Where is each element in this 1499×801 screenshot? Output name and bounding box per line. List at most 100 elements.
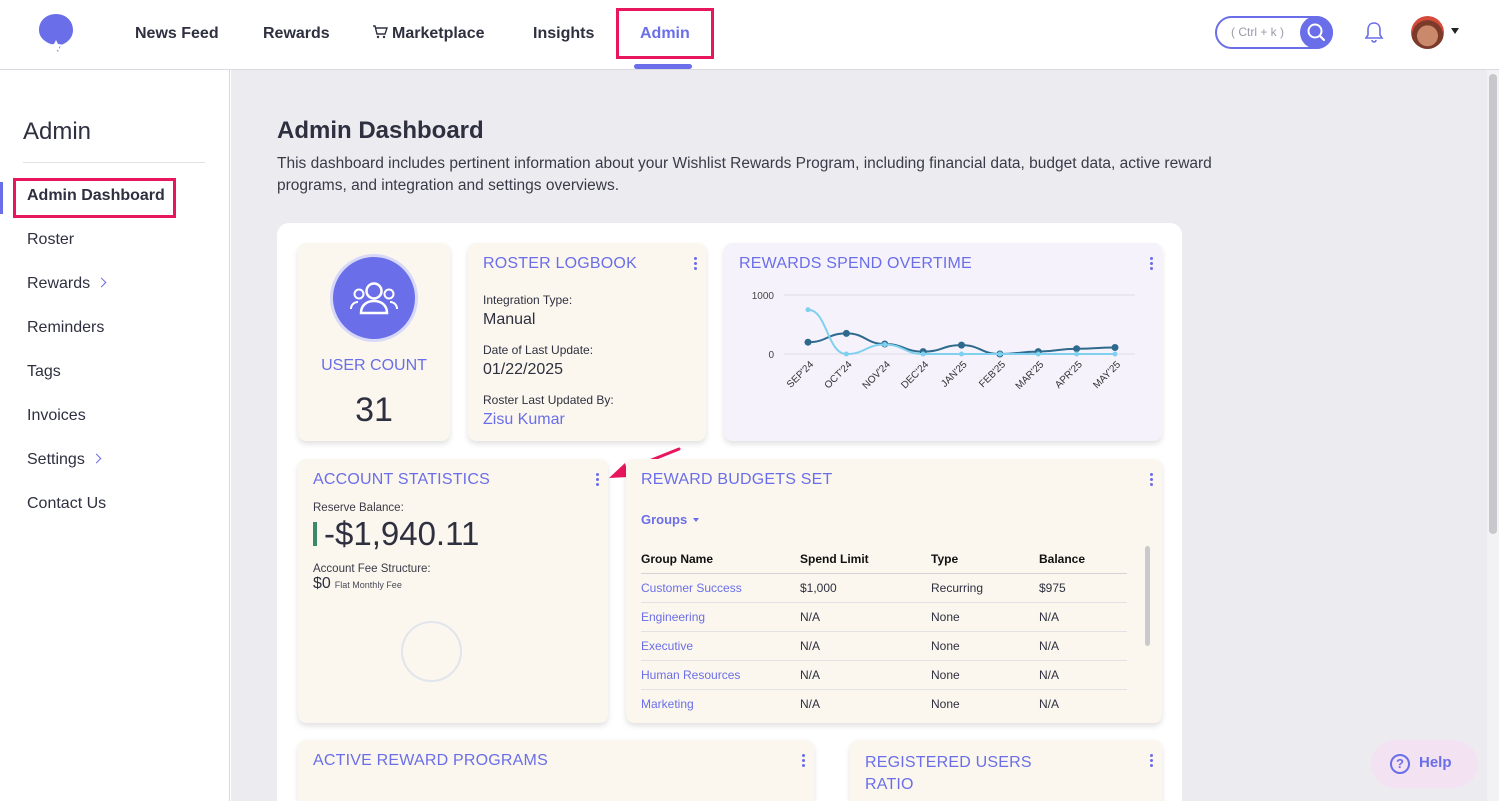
cart-icon: [373, 25, 388, 39]
balance-indicator-bar: [313, 522, 317, 546]
sidebar-item-tags[interactable]: Tags: [27, 363, 61, 381]
app-logo-icon[interactable]: [36, 12, 76, 54]
kebab-menu-icon[interactable]: [694, 257, 698, 271]
table-header-row: Group Name Spend Limit Type Balance: [641, 545, 1127, 574]
chart-data-point: [842, 329, 850, 337]
column-header: Group Name: [641, 545, 800, 574]
notifications-bell-icon[interactable]: [1363, 20, 1385, 44]
sidebar-divider: [23, 162, 205, 163]
spend-limit-cell: N/A: [800, 696, 821, 711]
help-button[interactable]: ? Help: [1371, 740, 1478, 788]
user-avatar[interactable]: [1411, 16, 1444, 49]
spend-limit-cell: N/A: [800, 602, 931, 632]
last-update-value: 01/22/2025: [483, 361, 564, 378]
last-update-label: Date of Last Update:: [483, 343, 594, 357]
chart-data-point: [1035, 351, 1041, 357]
chart-data-point: [958, 341, 965, 349]
roster-logbook-title: ROSTER LOGBOOK: [483, 255, 637, 272]
chart-data-point: [920, 351, 926, 357]
search-icon: [1307, 23, 1326, 42]
main-content: Admin Dashboard This dashboard includes …: [231, 70, 1487, 801]
column-header: Balance: [1039, 545, 1127, 574]
sidebar-title: Admin: [23, 118, 92, 145]
fee-note: Flat Monthly Fee: [334, 580, 402, 590]
chart-x-tick-label: SEP'24: [785, 359, 816, 390]
nav-rewards[interactable]: Rewards: [263, 22, 330, 46]
table-scrollbar[interactable]: [1145, 546, 1150, 646]
spend-limit-cell: N/A: [800, 631, 931, 661]
account-statistics-card: ACCOUNT STATISTICS Reserve Balance: -$1,…: [298, 459, 608, 723]
chart-y-tick-label: 1000: [752, 291, 775, 302]
nav-news-feed[interactable]: News Feed: [135, 22, 219, 46]
dashboard-panel: USER COUNT 31 ROSTER LOGBOOK Integration…: [277, 223, 1182, 801]
table-row: Human Resources N/A None N/A: [641, 660, 1127, 690]
updated-by-link[interactable]: Zisu Kumar: [483, 411, 565, 429]
kebab-menu-icon[interactable]: [596, 473, 600, 487]
spend-limit-cell: N/A: [800, 660, 931, 690]
nav-marketplace[interactable]: Marketplace: [372, 22, 485, 46]
chart-data-point: [804, 338, 812, 346]
group-name-link[interactable]: Human Resources: [641, 660, 800, 690]
kebab-menu-icon[interactable]: [1150, 754, 1154, 768]
sidebar-item-roster[interactable]: Roster: [27, 231, 74, 249]
kebab-menu-icon[interactable]: [802, 754, 806, 768]
chart-data-point: [882, 342, 888, 348]
kebab-menu-icon[interactable]: [1150, 473, 1154, 487]
reward-budgets-card: REWARD BUDGETS SET Groups Group Name Spe…: [626, 459, 1162, 723]
admin-sidebar: Admin Admin Dashboard Roster Rewards Rem…: [0, 70, 230, 801]
type-cell: None: [931, 602, 1039, 632]
chart-data-point: [843, 351, 849, 357]
account-menu-caret-icon[interactable]: [1451, 28, 1459, 34]
active-programs-title: ACTIVE REWARD PROGRAMS: [313, 752, 548, 769]
table-row: Marketing N/A None N/A: [641, 689, 1127, 718]
active-tab-indicator: [634, 64, 692, 69]
fee-amount: $0: [313, 575, 331, 592]
sidebar-item-contact-us[interactable]: Contact Us: [27, 495, 106, 513]
group-name-link[interactable]: Engineering: [641, 602, 800, 632]
sidebar-item-reminders[interactable]: Reminders: [27, 319, 104, 337]
group-name-link[interactable]: Customer Success: [641, 573, 800, 603]
chart-y-tick-label: 0: [768, 350, 774, 361]
users-group-icon: [330, 254, 418, 342]
user-count-label: USER COUNT: [321, 357, 427, 374]
column-header: Type: [931, 545, 1039, 574]
type-cell: None: [931, 631, 1039, 661]
integration-type-value: Manual: [483, 311, 536, 328]
type-cell: None: [931, 660, 1039, 690]
updated-by-label: Roster Last Updated By:: [483, 393, 614, 407]
question-circle-icon: ?: [1390, 754, 1410, 774]
help-label: Help: [1419, 754, 1452, 771]
balance-cell: N/A: [1039, 602, 1127, 632]
page-scrollbar-thumb[interactable]: [1489, 74, 1497, 534]
chart-data-point: [997, 351, 1003, 357]
chart-data-point: [959, 351, 964, 357]
reserve-balance-value: -$1,940.11: [313, 515, 479, 553]
sidebar-item-admin-dashboard[interactable]: Admin Dashboard: [27, 187, 165, 205]
nav-insights[interactable]: Insights: [533, 22, 594, 46]
group-name-link[interactable]: Marketing: [641, 689, 800, 718]
sidebar-item-settings-label: Settings: [27, 451, 85, 468]
loading-spinner-icon: [401, 621, 462, 682]
chart-data-point: [1073, 345, 1081, 353]
balance-cell: N/A: [1039, 696, 1060, 711]
sidebar-item-invoices[interactable]: Invoices: [27, 407, 86, 425]
page-title: Admin Dashboard: [277, 117, 484, 144]
sidebar-item-settings[interactable]: Settings: [27, 451, 102, 469]
integration-type-label: Integration Type:: [483, 293, 573, 307]
group-name-link[interactable]: Executive: [641, 631, 800, 661]
search-box[interactable]: ( Ctrl + k ): [1215, 16, 1333, 49]
budgets-table: Group Name Spend Limit Type Balance Cust…: [641, 545, 1127, 718]
user-count-value: 31: [355, 391, 393, 429]
chart-x-tick-label: JAN'25: [939, 359, 970, 390]
chart-data-point: [1112, 351, 1118, 357]
search-button[interactable]: [1300, 16, 1333, 49]
balance-cell: N/A: [1039, 660, 1127, 690]
nav-admin[interactable]: Admin: [640, 22, 690, 46]
sidebar-item-rewards[interactable]: Rewards: [27, 275, 107, 293]
page-scrollbar[interactable]: [1487, 70, 1499, 801]
search-shortcut-hint: ( Ctrl + k ): [1231, 25, 1284, 39]
chart-x-tick-label: MAR'25: [1014, 359, 1047, 392]
account-statistics-title: ACCOUNT STATISTICS: [313, 471, 490, 488]
groups-filter-dropdown[interactable]: Groups: [641, 512, 700, 527]
roster-logbook-card: ROSTER LOGBOOK Integration Type: Manual …: [468, 243, 706, 441]
